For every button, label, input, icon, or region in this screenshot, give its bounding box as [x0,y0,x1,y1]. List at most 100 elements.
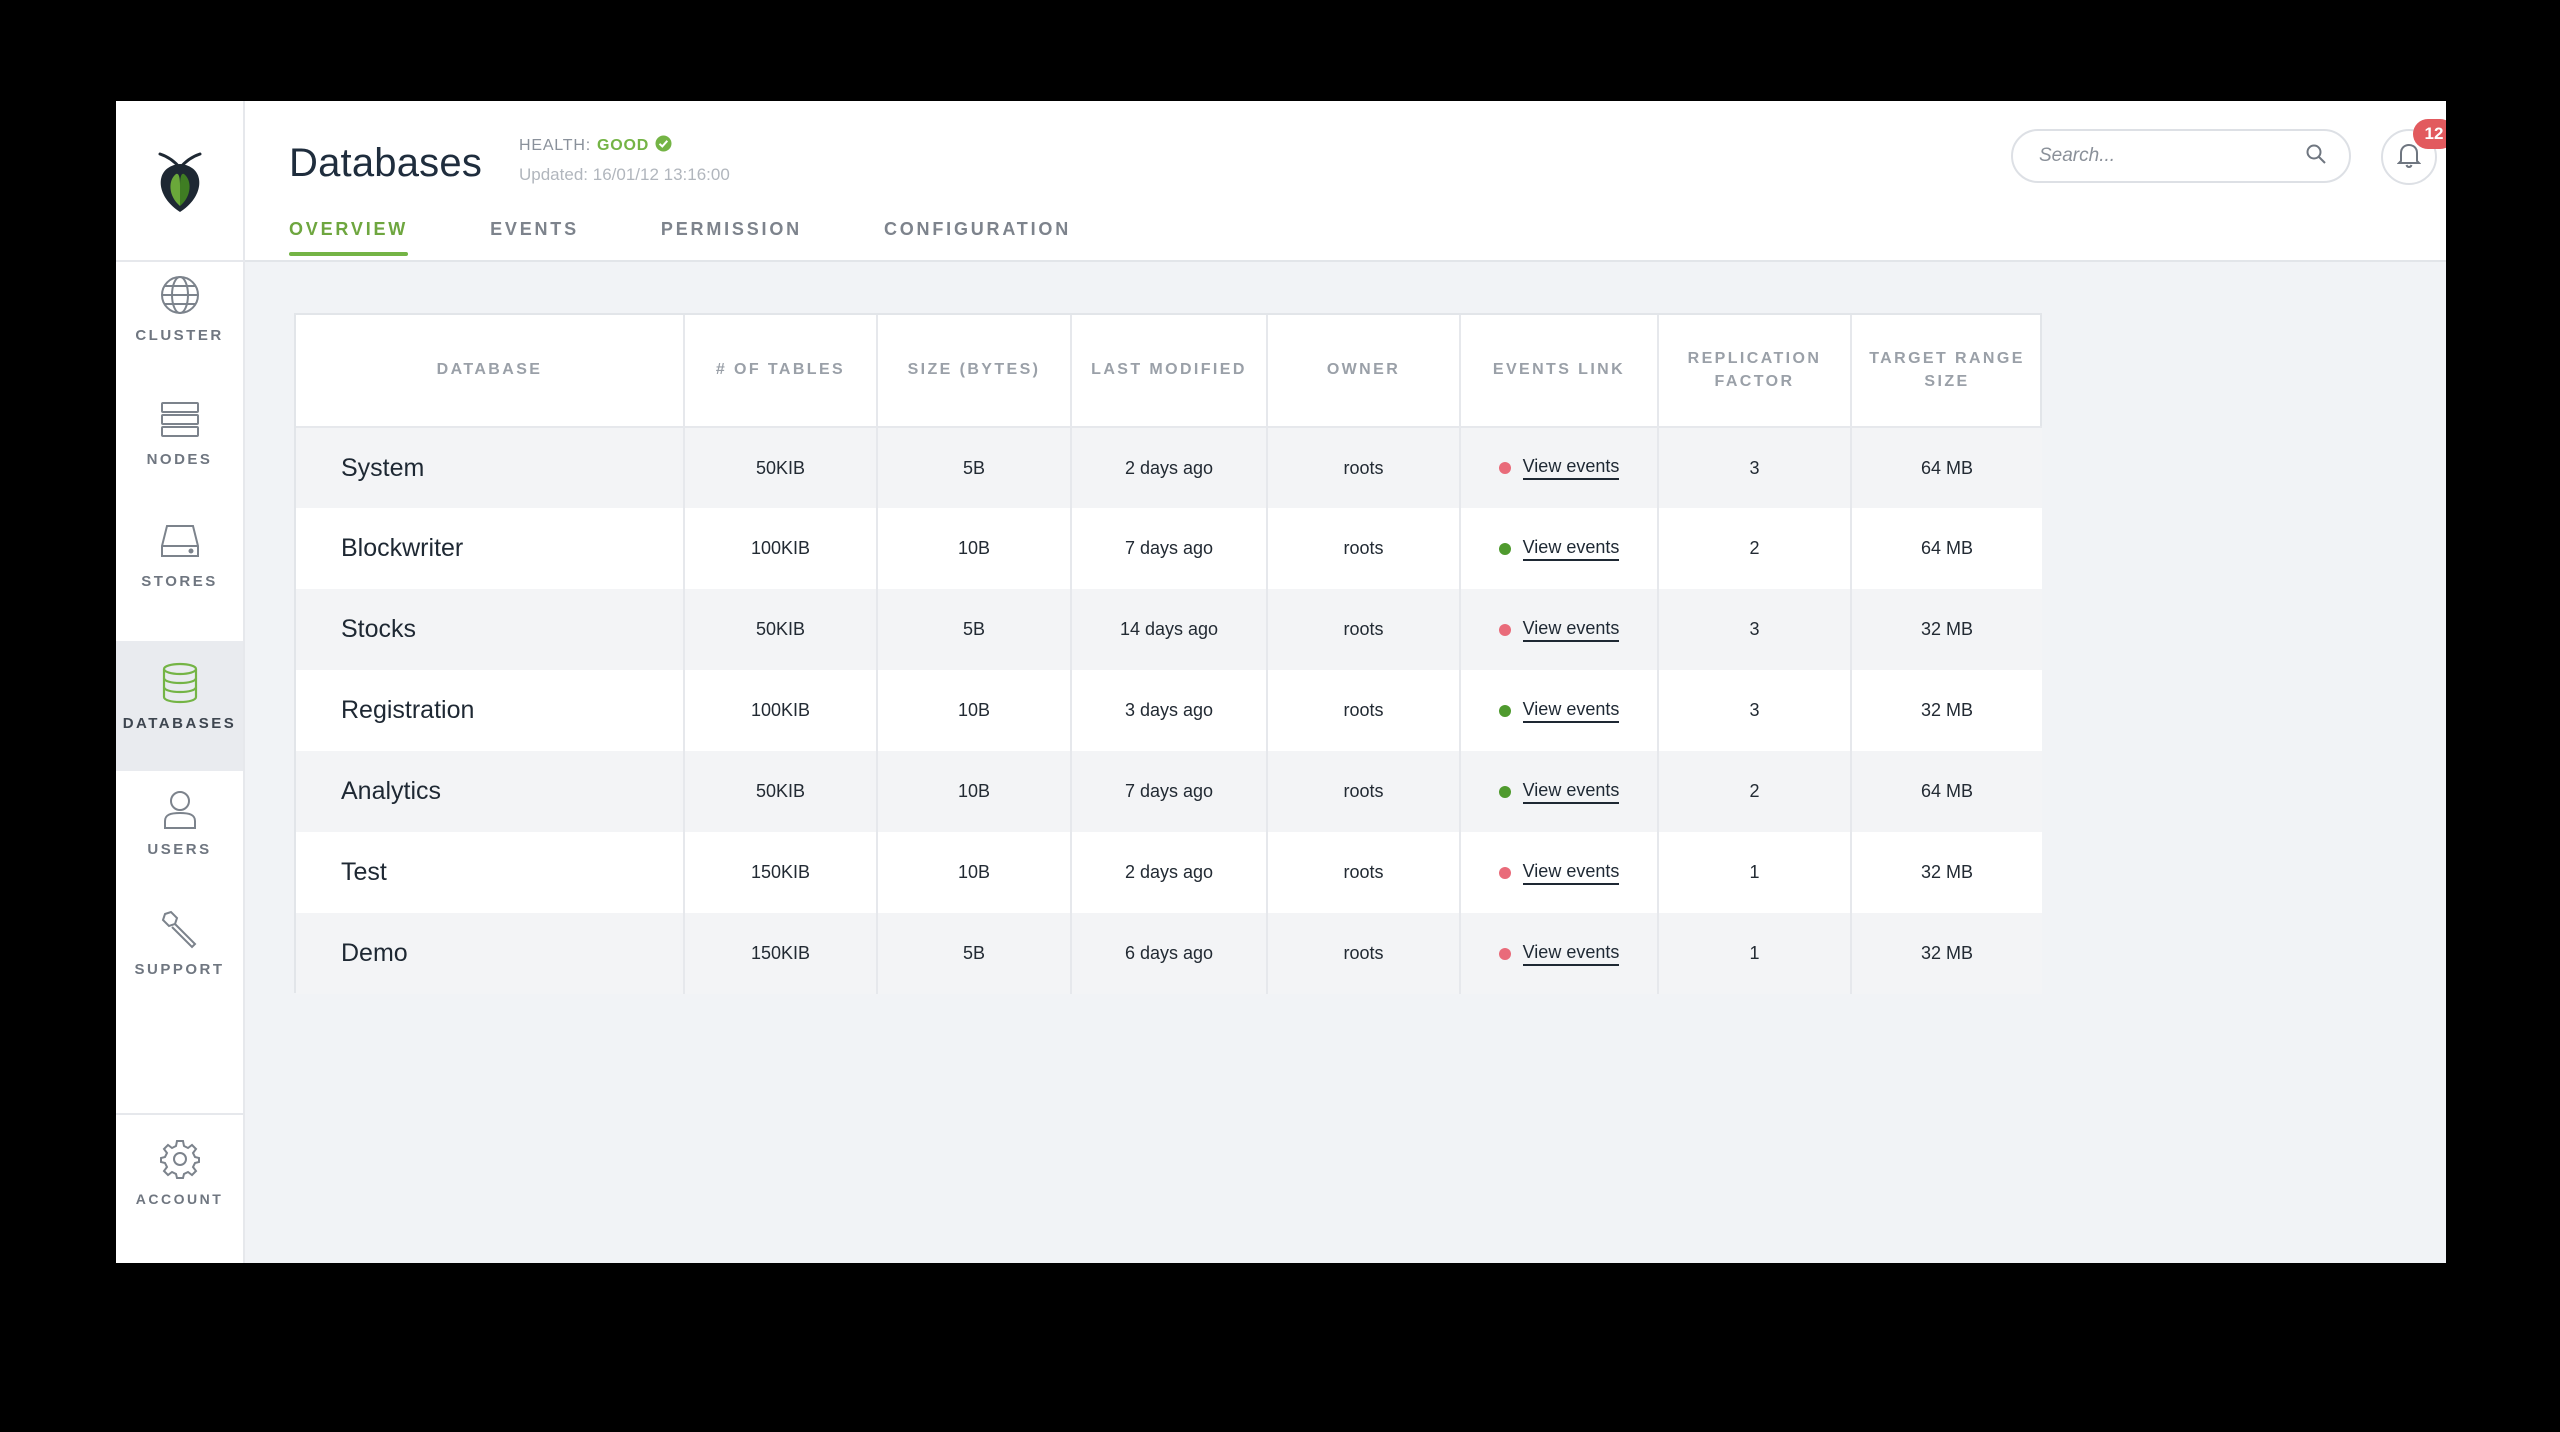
tables-cell: 150KIB [684,832,878,913]
target-range-size-text: 64 MB [1920,538,1974,558]
replication-factor-cell: 3 [1658,670,1852,751]
tab-bar: OVERVIEW EVENTS PERMISSION CONFIGURATION [289,219,1153,256]
sidebar-item-stores[interactable]: STORES [116,519,243,631]
owner-cell: roots [1267,589,1461,670]
sidebar-item-cluster[interactable]: CLUSTER [116,273,243,385]
view-events-link[interactable]: View events [1522,942,1620,966]
tab-events[interactable]: EVENTS [490,219,579,254]
table-row[interactable]: Blockwriter 100KIB 10B 7 days ago roots View … [296,508,2042,589]
replication-factor-text: 1 [1749,943,1760,963]
replication-factor-cell: 3 [1658,589,1852,670]
target-range-size-cell: 32 MB [1851,832,2042,913]
size-cell: 10B [877,508,1072,589]
column-header-replication-factor[interactable]: REPLICATION FACTOR [1658,315,1852,428]
owner-cell: roots [1267,913,1461,994]
sidebar-item-nodes[interactable]: NODES [116,397,243,509]
last-modified-text: 7 days ago [1124,781,1214,801]
sidebar: CLUSTER NODES STORES DATABASES USERS SUP… [116,101,245,1263]
database-name-cell: Test [296,832,685,913]
updated-label: Updated: [519,165,588,184]
column-header-tables[interactable]: # OF TABLES [684,315,878,428]
size-cell: 10B [877,670,1072,751]
replication-factor-cell: 1 [1658,832,1852,913]
tab-permission[interactable]: PERMISSION [661,219,802,254]
page-title: Databases [289,141,483,185]
sidebar-item-account[interactable]: ACCOUNT [116,1137,243,1249]
search-box [2011,129,2351,183]
column-header-database[interactable]: DATABASE [296,315,685,428]
column-header-events-link[interactable]: EVENTS LINK [1460,315,1659,428]
beetle-logo-icon [158,152,201,212]
table-row[interactable]: Demo 150KIB 5B 6 days ago roots View events 1 3… [296,913,2042,994]
tables-text: 50KIB [755,781,806,801]
target-range-size-cell: 64 MB [1851,508,2042,589]
owner-cell: roots [1267,670,1461,751]
updated-value: 16/01/12 13:16:00 [592,165,730,184]
health-status: HEALTH: GOOD [519,135,672,157]
status-dot-icon [1498,462,1511,474]
size-text: 5B [962,619,986,639]
sidebar-divider [116,1113,243,1115]
table-row[interactable]: Test 150KIB 10B 2 days ago roots View events 1… [296,832,2042,913]
tables-text: 150KIB [750,862,811,882]
owner-cell: roots [1267,832,1461,913]
size-cell: 5B [877,427,1072,508]
last-modified-text: 3 days ago [1124,700,1214,720]
databases-table: DATABASE # OF TABLES SIZE (BYTES) LAST M… [294,313,2042,994]
table-row[interactable]: Stocks 50KIB 5B 14 days ago roots View events… [296,589,2042,670]
size-cell: 10B [877,751,1072,832]
sidebar-item-databases[interactable]: DATABASES [116,641,243,771]
size-text: 10B [957,700,991,720]
table-row[interactable]: System 50KIB 5B 2 days ago roots View events 3… [296,427,2042,508]
view-events-link[interactable]: View events [1522,456,1620,480]
view-events-link[interactable]: View events [1522,780,1620,804]
database-name-text: Analytics [341,777,442,805]
table-row[interactable]: Analytics 50KIB 10B 7 days ago roots View eve… [296,751,2042,832]
events-link-group: View events [1498,699,1620,723]
table-row[interactable]: Registration 100KIB 10B 3 days ago roots View… [296,670,2042,751]
app-window: CLUSTER NODES STORES DATABASES USERS SUP… [116,101,2446,1263]
sidebar-item-users[interactable]: USERS [116,787,243,899]
owner-text: roots [1343,700,1384,720]
tables-text: 50KIB [755,457,806,478]
replication-factor-text: 1 [1749,862,1760,882]
tab-configuration[interactable]: CONFIGURATION [884,219,1071,254]
size-cell: 5B [877,589,1072,670]
owner-text: roots [1343,943,1384,963]
database-name-cell: Stocks [296,589,685,670]
events-link-cell: View events [1460,508,1659,589]
column-header-last-modified[interactable]: LAST MODIFIED [1071,315,1268,428]
column-header-size[interactable]: SIZE (BYTES) [877,315,1072,428]
search-icon[interactable] [2305,143,2327,170]
column-header-owner[interactable]: OWNER [1267,315,1461,428]
view-events-link[interactable]: View events [1522,699,1620,723]
events-link-cell: View events [1460,670,1659,751]
events-link-cell: View events [1460,832,1659,913]
replication-factor-cell: 2 [1658,508,1852,589]
owner-cell: roots [1267,751,1461,832]
sidebar-item-support[interactable]: SUPPORT [116,907,243,1019]
user-icon [158,787,202,831]
view-events-link[interactable]: View events [1522,861,1620,885]
view-events-link[interactable]: View events [1522,618,1620,642]
owner-text: roots [1343,619,1384,639]
sidebar-item-label: USERS [147,841,212,858]
sidebar-item-label: NODES [146,451,213,468]
replication-factor-cell: 2 [1658,751,1852,832]
tab-overview[interactable]: OVERVIEW [289,219,409,256]
logo[interactable] [116,101,243,262]
database-name-text: Demo [341,939,408,967]
last-modified-cell: 2 days ago [1071,832,1268,913]
search-input[interactable] [2039,145,2305,167]
target-range-size-text: 32 MB [1920,862,1974,882]
status-dot-icon [1498,866,1511,879]
database-name-text: Test [341,858,387,886]
column-header-target-range-size[interactable]: TARGET RANGE SIZE [1851,315,2042,428]
view-events-link[interactable]: View events [1522,537,1620,561]
size-text: 5B [962,943,986,963]
owner-text: roots [1343,862,1384,882]
status-dot-icon [1498,542,1511,555]
database-name-text: Registration [341,696,475,724]
table-header-row: DATABASE # OF TABLES SIZE (BYTES) LAST M… [296,315,2042,428]
last-modified-cell: 3 days ago [1071,670,1268,751]
